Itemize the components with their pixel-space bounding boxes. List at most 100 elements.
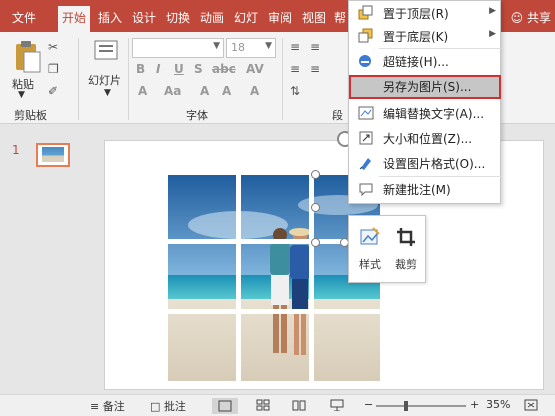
menu-item-format-picture[interactable]: 设置图片格式(O)...	[349, 152, 502, 174]
menu-item-label: 设置图片格式(O)...	[383, 157, 486, 171]
slideshow-icon[interactable]	[330, 399, 344, 411]
chevron-down-icon: ▼	[265, 41, 272, 51]
group-separator	[78, 38, 79, 120]
reading-view-icon[interactable]	[292, 399, 306, 411]
fit-to-window-icon[interactable]	[524, 399, 538, 411]
tab-design[interactable]: 设计	[128, 6, 160, 32]
zoom-in-button[interactable]: +	[470, 398, 479, 411]
size-position-icon	[359, 131, 373, 145]
paste-dropdown-icon[interactable]: ▼	[18, 90, 25, 100]
notes-label: 备注	[102, 400, 125, 413]
menu-item-label: 超链接(H)...	[383, 55, 449, 69]
clipboard-group-label: 剪贴板	[14, 109, 47, 122]
text-direction-icon[interactable]: ⇅	[290, 84, 300, 98]
menu-item-new-comment[interactable]: 新建批注(M)	[349, 178, 502, 200]
share-label: 共享	[526, 11, 551, 25]
font-size-value: 18	[231, 41, 245, 54]
crop-button-label[interactable]: 裁剪	[395, 256, 417, 272]
slides-label[interactable]: 幻灯片	[88, 72, 121, 88]
slide-sorter-icon[interactable]	[256, 399, 270, 411]
format-picture-icon	[359, 158, 371, 170]
tab-review[interactable]: 审阅	[264, 6, 296, 32]
menu-item-hyperlink[interactable]: 超链接(H)...	[349, 50, 502, 72]
cut-icon[interactable]: ✂	[48, 40, 58, 54]
tab-insert[interactable]: 插入	[94, 6, 126, 32]
menu-separator	[379, 176, 501, 177]
crop-icon[interactable]	[395, 226, 417, 248]
menu-item-size-position[interactable]: 大小和位置(Z)...	[349, 127, 502, 149]
shrink-font-icon[interactable]: A	[222, 84, 231, 98]
resize-handle[interactable]	[311, 238, 320, 247]
resize-handle[interactable]	[311, 203, 320, 212]
tab-animations[interactable]: 动画	[196, 6, 228, 32]
zoom-slider[interactable]	[376, 401, 466, 411]
menu-item-label: 新建批注(M)	[383, 183, 451, 197]
strikethrough-button[interactable]: abc	[212, 62, 236, 76]
underline-button[interactable]: U	[174, 62, 184, 76]
align-left-icon[interactable]: ≡	[290, 62, 300, 76]
comments-button[interactable]: □ 批注	[150, 398, 186, 414]
slides-dropdown-icon[interactable]: ▼	[104, 88, 111, 98]
comment-icon: □	[150, 400, 161, 413]
copy-icon[interactable]: ❐	[48, 62, 59, 76]
chevron-down-icon: ▼	[213, 41, 220, 51]
new-slide-icon[interactable]	[94, 40, 120, 62]
resize-handle[interactable]	[311, 170, 320, 179]
tab-help[interactable]: 帮	[330, 6, 350, 32]
menu-separator	[379, 48, 501, 49]
font-group-label: 字体	[186, 109, 208, 122]
tab-file[interactable]: 文件	[8, 6, 40, 32]
picture-style-icon[interactable]	[359, 226, 381, 248]
zoom-level[interactable]: 35%	[486, 398, 510, 411]
menu-item-edit-alt-text[interactable]: 编辑替换文字(A)...	[349, 102, 502, 124]
zoom-out-button[interactable]: −	[364, 398, 373, 411]
numbering-icon[interactable]: ≡	[310, 40, 320, 54]
char-spacing-icon[interactable]: AV	[246, 62, 264, 76]
new-comment-icon	[359, 183, 373, 197]
submenu-arrow-icon: ▶	[489, 6, 496, 16]
clear-format-icon[interactable]: A	[250, 84, 259, 98]
menu-item-bring-to-front[interactable]: 置于顶层(R) ▶	[349, 2, 502, 24]
menu-item-label: 置于底层(K)	[383, 30, 449, 44]
font-name-combo[interactable]: ▼	[132, 38, 224, 58]
style-button-label[interactable]: 样式	[359, 256, 381, 272]
bring-to-front-icon	[358, 5, 373, 20]
menu-item-label: 编辑替换文字(A)...	[383, 107, 485, 121]
menu-item-label: 置于顶层(R)	[383, 7, 449, 21]
status-bar: ≡ 备注 □ 批注 − + 35%	[0, 394, 555, 416]
group-separator	[128, 38, 129, 120]
font-size-combo[interactable]: 18 ▼	[226, 38, 276, 58]
menu-item-label: 大小和位置(Z)...	[383, 132, 473, 146]
format-painter-icon[interactable]: ✐	[48, 84, 58, 98]
shadow-button[interactable]: S	[194, 62, 203, 76]
paste-icon[interactable]	[10, 40, 44, 74]
normal-view-icon[interactable]	[212, 398, 238, 414]
send-to-back-icon	[358, 28, 373, 43]
mini-toolbar: 样式 裁剪	[348, 215, 426, 283]
tab-view[interactable]: 视图	[298, 6, 330, 32]
tab-slideshow[interactable]: 幻灯	[230, 6, 262, 32]
paragraph-group-label: 段	[332, 109, 343, 122]
user-icon: ☺	[510, 11, 524, 25]
zoom-slider-thumb[interactable]	[404, 401, 408, 411]
slide-thumbnail[interactable]	[36, 143, 70, 167]
grow-font-icon[interactable]: A	[200, 84, 209, 98]
menu-item-save-as-picture[interactable]: 另存为图片(S)...	[349, 75, 501, 99]
bold-button[interactable]: B	[136, 62, 145, 76]
comments-label: 批注	[163, 400, 186, 413]
bullets-icon[interactable]: ≡	[290, 40, 300, 54]
italic-button[interactable]: I	[156, 62, 160, 76]
change-case-icon[interactable]: Aa	[164, 84, 181, 98]
slide-number: 1	[12, 143, 20, 157]
notes-icon: ≡	[90, 400, 100, 413]
share-button[interactable]: ☺ 共享	[511, 9, 551, 26]
group-separator	[282, 38, 283, 120]
font-color-icon[interactable]: A	[138, 84, 147, 98]
notes-button[interactable]: ≡ 备注	[90, 398, 125, 414]
hyperlink-icon	[359, 55, 371, 67]
menu-item-send-to-back[interactable]: 置于底层(K) ▶	[349, 25, 502, 47]
submenu-arrow-icon: ▶	[489, 29, 496, 39]
tab-home[interactable]: 开始	[58, 6, 91, 32]
align-center-icon[interactable]: ≡	[310, 62, 320, 76]
tab-transitions[interactable]: 切换	[162, 6, 194, 32]
